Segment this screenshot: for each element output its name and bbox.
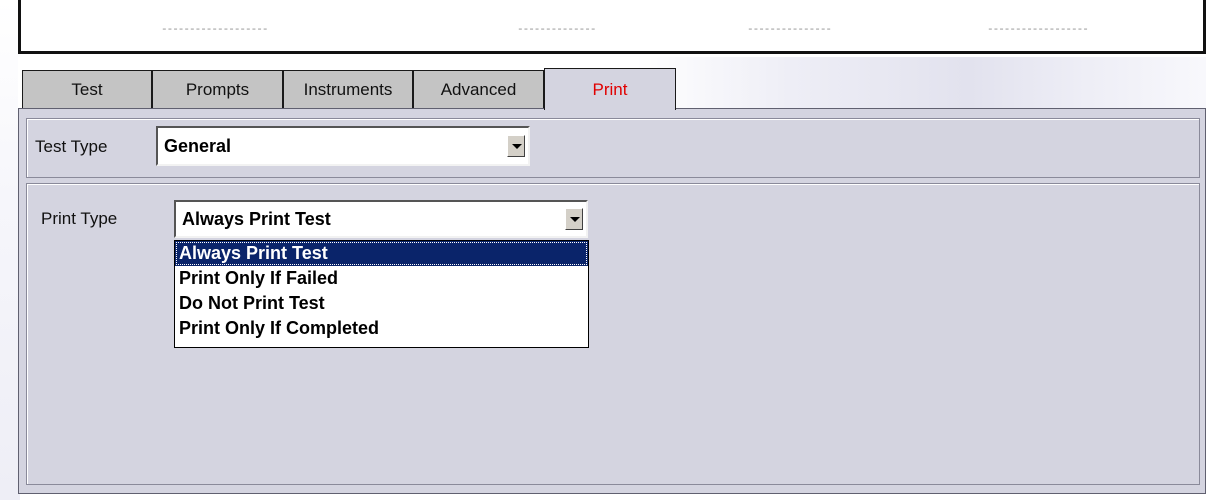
tab-test-label: Test bbox=[71, 79, 103, 99]
option-print-only-if-failed[interactable]: Print Only If Failed bbox=[175, 266, 588, 291]
tab-instruments-label: Instruments bbox=[303, 79, 393, 99]
option-always-print-test[interactable]: Always Print Test bbox=[175, 241, 588, 266]
window-background bbox=[0, 0, 20, 500]
test-type-value: General bbox=[164, 136, 232, 156]
option-do-not-print-test[interactable]: Do Not Print Test bbox=[175, 291, 588, 316]
test-type-label: Test Type bbox=[35, 137, 108, 156]
tab-print-label: Print bbox=[592, 79, 628, 99]
placeholder-field-4: ------------------ bbox=[987, 24, 1089, 36]
tab-prompts-label: Prompts bbox=[185, 79, 250, 99]
tab-advanced-label: Advanced bbox=[440, 79, 517, 99]
print-type-select[interactable]: Always Print Test bbox=[174, 200, 588, 238]
test-type-select[interactable]: General bbox=[156, 126, 530, 166]
tab-instruments[interactable]: Instruments bbox=[283, 70, 413, 108]
tab-prompts[interactable]: Prompts bbox=[152, 70, 283, 108]
chevron-down-icon bbox=[512, 144, 522, 149]
print-type-dropdown-button[interactable] bbox=[565, 208, 583, 230]
top-panel: ------------------- -------------- -----… bbox=[18, 0, 1206, 54]
print-type-value: Always Print Test bbox=[182, 209, 331, 229]
print-type-options-list: Always Print Test Print Only If Failed D… bbox=[174, 240, 589, 348]
test-type-dropdown-button[interactable] bbox=[507, 135, 525, 157]
placeholder-field-2: -------------- bbox=[517, 24, 596, 36]
option-print-only-if-completed[interactable]: Print Only If Completed bbox=[175, 316, 588, 341]
placeholder-field-3: --------------- bbox=[747, 24, 832, 36]
chevron-down-icon bbox=[570, 217, 580, 222]
tab-test[interactable]: Test bbox=[22, 70, 152, 108]
tab-print[interactable]: Print bbox=[544, 68, 676, 110]
placeholder-field-1: ------------------- bbox=[161, 24, 268, 36]
print-type-label: Print Type bbox=[41, 209, 118, 228]
tab-advanced[interactable]: Advanced bbox=[413, 70, 544, 108]
